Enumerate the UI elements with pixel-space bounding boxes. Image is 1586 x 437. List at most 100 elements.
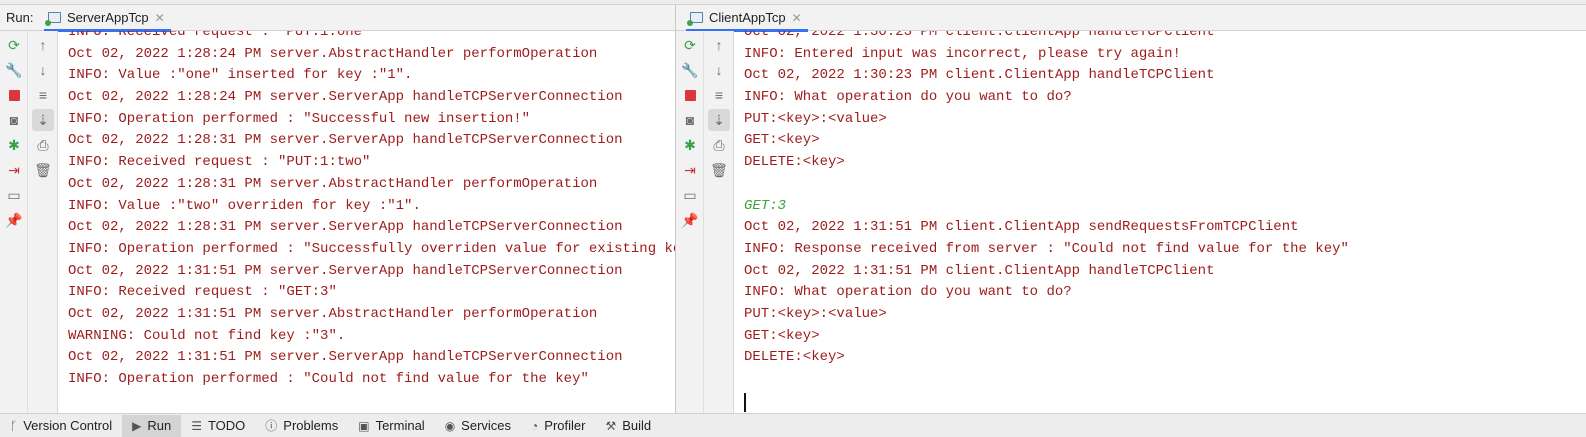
toolwindow-label: Problems [283,418,339,433]
print-icon[interactable]: ⎙ [708,134,730,156]
run-tabbar-right: ClientAppTcp ✕ [676,5,1586,32]
console-line: WARNING: Could not find key :"3". [68,327,346,344]
tool-window-bar: ᚴ Version Control ▶ Run ☰ TODO ⓘ Problem… [0,413,1586,437]
scroll-to-end-icon[interactable]: ⇣ [32,109,54,131]
console-line: DELETE:<key> [744,349,845,366]
console-line: Oct 02, 2022 1:28:31 PM server.ServerApp… [68,219,623,236]
toolwindow-label: Build [622,418,652,433]
tab-label: ClientAppTcp [709,10,786,25]
console-line: INFO: Operation performed : "Successful … [68,110,531,127]
console-line: INFO: What operation do you want to do? [744,284,1072,301]
layout-icon[interactable]: ▭ [3,184,25,206]
console-line: INFO: What operation do you want to do? [744,89,1072,106]
services-icon: ◉ [444,418,456,433]
close-icon[interactable]: ✕ [155,11,165,25]
toolwindow-terminal[interactable]: ▣ Terminal [348,415,434,437]
console-line: Oct 02, 2022 1:28:31 PM server.AbstractH… [68,175,598,192]
rerun-icon[interactable]: ⟳ [679,34,701,56]
stop-icon[interactable] [679,84,701,106]
trash-icon[interactable]: 🗑 [32,159,54,181]
console-line: Oct 02, 2022 1:28:24 PM server.ServerApp… [68,89,623,106]
wrench-icon[interactable]: 🔧 [679,59,701,81]
console-line: Oct 02, 2022 1:31:51 PM server.ServerApp… [68,349,623,366]
toolwindow-label: Services [461,418,512,433]
pin-icon[interactable]: 📌 [3,209,25,231]
layout-icon[interactable]: ▭ [679,184,701,206]
stop-icon[interactable] [3,84,25,106]
console-line: Oct 02, 2022 1:31:51 PM server.ServerApp… [68,262,623,279]
print-icon[interactable]: ⎙ [32,134,54,156]
console-line: INFO: Operation performed : "Could not f… [68,371,589,387]
toolwindow-services[interactable]: ◉ Services [435,415,521,437]
scroll-to-end-icon[interactable]: ⇣ [708,109,730,131]
console-line: Oct 02, 2022 1:28:24 PM server.AbstractH… [68,45,598,62]
list-icon: ☰ [191,418,202,433]
arrow-up-icon[interactable]: ↑ [32,34,54,56]
arrow-down-icon[interactable]: ↓ [32,59,54,81]
debug-icon[interactable]: ✱ [679,134,701,156]
client-console-output[interactable]: Oct 02, 2022 1:30:23 PM client.ClientApp… [734,31,1586,413]
tab-label: ServerAppTcp [67,10,149,25]
run-icon: ▶ [132,418,142,433]
console-line: Oct 02, 2022 1:31:51 PM client.ClientApp… [744,219,1299,236]
console-line: INFO: Value :"two" overriden for key :"1… [68,197,421,214]
hammer-icon: ⚒ [605,418,617,433]
console-line: INFO: Received request : "PUT:1:two" [68,154,371,171]
wrench-icon[interactable]: 🔧 [3,59,25,81]
profiler-icon: ◔ [531,418,539,433]
toolwindow-label: Terminal [375,418,425,433]
toolwindow-problems[interactable]: ⓘ Problems [255,415,348,437]
console-line: INFO: Response received from server : "C… [744,240,1349,257]
toolwindow-build[interactable]: ⚒ Build [595,415,661,437]
pin-icon[interactable]: 📌 [679,209,701,231]
console-line: Oct 02, 2022 1:30:23 PM client.ClientApp… [744,67,1215,84]
toolwindow-todo[interactable]: ☰ TODO [181,415,255,437]
console-line: INFO: Operation performed : "Successfull… [68,240,675,257]
toolwindow-profiler[interactable]: ◔ Profiler [521,415,595,437]
toolwindow-version-control[interactable]: ᚴ Version Control [0,415,122,437]
toolwindow-run[interactable]: ▶ Run [122,414,182,437]
debug-icon[interactable]: ✱ [3,134,25,156]
console-line: PUT:<key>:<value> [744,305,887,322]
toolwindow-label: Run [147,418,172,433]
console-line: GET:<key> [744,327,820,344]
server-console-output[interactable]: INFO: Received request : "PUT:1:one" Oct … [58,31,675,413]
console-line: Oct 02, 2022 1:31:51 PM client.ClientApp… [744,262,1215,279]
run-tabbar-left: Run: ServerAppTcp ✕ [0,5,675,32]
console-line: Oct 02, 2022 1:30:23 PM client.ClientApp… [744,31,1215,40]
close-icon[interactable]: ✕ [792,11,802,25]
console-line: GET:<key> [744,132,820,149]
run-config-icon [687,12,703,26]
console-line: DELETE:<key> [744,154,845,171]
tab-client-app-tcp[interactable]: ClientAppTcp ✕ [684,5,810,32]
console-line: INFO: Entered input was incorrect, pleas… [744,45,1181,62]
toolwindow-label: Version Control [23,418,113,433]
problems-icon: ⓘ [265,419,278,433]
trash-icon[interactable]: 🗑 [708,159,730,181]
camera-icon[interactable]: ◙ [679,109,701,131]
camera-icon[interactable]: ◙ [3,109,25,131]
arrow-up-icon[interactable]: ↑ [708,34,730,56]
console-line: INFO: Received request : "GET:3" [68,284,337,301]
console-line: INFO: Received request : "PUT:1:one" [68,31,371,40]
user-input-line: GET:3 [744,197,787,214]
soft-wrap-icon[interactable]: ≡ [708,84,730,106]
console-line: INFO: Value :"one" inserted for key :"1"… [68,67,413,84]
exit-icon[interactable]: ⇥ [679,159,701,181]
arrow-down-icon[interactable]: ↓ [708,59,730,81]
exit-icon[interactable]: ⇥ [3,159,25,181]
text-caret [744,393,746,412]
console-line: Oct 02, 2022 1:31:51 PM server.AbstractH… [68,305,598,322]
console-line: PUT:<key>:<value> [744,110,887,127]
soft-wrap-icon[interactable]: ≡ [32,84,54,106]
toolwindow-label: Profiler [544,418,586,433]
toolwindow-label: TODO [207,418,246,433]
run-toolbar-left: ⟳ 🔧 ◙ ✱ ⇥ ▭ 📌 ↑ ↓ ≡ ⇣ ⎙ 🗑 [0,31,58,413]
branch-icon: ᚴ [10,418,18,433]
rerun-icon[interactable]: ⟳ [3,34,25,56]
tab-server-app-tcp[interactable]: ServerAppTcp ✕ [42,5,173,32]
run-toolbar-right: ⟳ 🔧 ◙ ✱ ⇥ ▭ 📌 ↑ ↓ ≡ ⇣ ⎙ 🗑 [676,31,734,413]
console-line: Oct 02, 2022 1:28:31 PM server.ServerApp… [68,132,623,149]
terminal-icon: ▣ [358,418,370,433]
